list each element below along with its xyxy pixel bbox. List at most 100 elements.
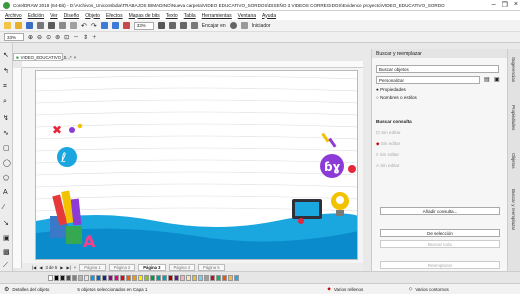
color-swatch[interactable]	[180, 274, 185, 281]
shape-tool-icon[interactable]: ↰	[3, 67, 10, 75]
paste-icon[interactable]	[70, 22, 77, 29]
snap-to-label[interactable]: Encajar en	[202, 23, 226, 29]
page-tab-2[interactable]: Página 2	[108, 263, 136, 271]
document-tab[interactable]: ■ VIDEO_EDUCATIVO_S...* ×	[13, 53, 76, 61]
next-page-icon[interactable]: ▶	[60, 265, 63, 270]
menu-texto[interactable]: Texto	[166, 13, 178, 19]
menu-ver[interactable]: Ver	[50, 13, 58, 19]
ellipse-tool-icon[interactable]: ◯	[3, 159, 11, 167]
open-preset-icon[interactable]: ▤	[484, 76, 490, 83]
save-icon[interactable]	[26, 22, 33, 29]
eyedropper-icon[interactable]: ⟋	[3, 262, 10, 269]
query-item-1[interactable]: ⊡ Sin editar	[376, 130, 401, 136]
menu-tabla[interactable]: Tabla	[184, 13, 196, 19]
launcher-label[interactable]: Iniciador	[252, 23, 271, 29]
page-tab-5[interactable]: Página 5	[198, 263, 225, 271]
color-swatch[interactable]	[126, 274, 131, 281]
color-swatch[interactable]	[216, 274, 221, 281]
tab-objects[interactable]: Objetos	[511, 153, 516, 169]
menu-ayuda[interactable]: Ayuda	[262, 13, 276, 19]
prev-page-icon[interactable]: ◀	[39, 265, 42, 270]
radio-properties[interactable]: ● Propiedades	[376, 87, 406, 92]
color-swatch[interactable]	[192, 274, 197, 281]
full-screen-icon[interactable]	[157, 22, 165, 29]
publish-pdf-icon[interactable]	[122, 22, 130, 29]
freehand-tool-icon[interactable]: ↯	[3, 114, 10, 122]
options-gear-icon[interactable]	[229, 22, 237, 29]
page-artwork[interactable]: ✖ ℓ A ɓɣ	[36, 71, 358, 260]
color-swatch[interactable]	[228, 274, 233, 281]
color-swatch[interactable]	[186, 274, 191, 281]
color-swatch[interactable]	[114, 274, 119, 281]
search-objects-dropdown[interactable]: Buscar objetos	[376, 65, 499, 73]
zoom-page-icon[interactable]: ⊡	[64, 34, 69, 41]
horizontal-ruler[interactable]	[22, 61, 363, 68]
color-swatch[interactable]	[60, 274, 65, 281]
color-swatch[interactable]	[84, 274, 89, 281]
page-tab-3[interactable]: Página 3	[138, 263, 166, 271]
menu-herramientas[interactable]: Herramientas	[202, 13, 232, 19]
close-tab-icon[interactable]: ×	[74, 55, 77, 60]
page-tab-1[interactable]: Página 1	[79, 263, 106, 271]
color-swatch[interactable]	[162, 274, 167, 281]
gear-icon[interactable]: ⚙	[4, 286, 9, 293]
color-swatch[interactable]	[144, 274, 149, 281]
color-swatch[interactable]	[102, 274, 107, 281]
color-swatch[interactable]	[54, 274, 59, 281]
tab-find-replace[interactable]: Buscar y reemplazar	[511, 189, 516, 230]
drop-shadow-icon[interactable]: ▣	[3, 234, 10, 242]
export-icon[interactable]	[111, 22, 119, 29]
query-item-4[interactable]: A Sin editar	[376, 163, 400, 168]
redo-icon[interactable]: ↷	[91, 22, 97, 30]
color-swatch[interactable]	[138, 274, 143, 281]
color-swatch[interactable]	[150, 274, 155, 281]
zoom-height-icon[interactable]: ⇕	[83, 34, 88, 41]
zoom-width-icon[interactable]: ⇔	[73, 34, 79, 40]
color-swatch[interactable]	[120, 274, 125, 281]
zoom-selected-icon[interactable]: ⊙	[46, 34, 51, 41]
color-swatch[interactable]	[234, 274, 239, 281]
menu-archivo[interactable]: Archivo	[5, 13, 22, 19]
vertical-ruler[interactable]	[13, 68, 22, 268]
launcher-icon[interactable]	[240, 22, 248, 29]
crop-tool-icon[interactable]: ⌗	[3, 83, 10, 90]
menu-edición[interactable]: Edición	[28, 13, 44, 19]
query-item-2[interactable]: ◆ Sin editar	[376, 141, 400, 147]
undo-icon[interactable]: ↶	[81, 22, 87, 30]
print-icon[interactable]	[37, 22, 44, 29]
tab-properties[interactable]: Propiedades	[511, 105, 516, 130]
color-swatch[interactable]	[210, 274, 215, 281]
add-icon[interactable]: +	[92, 34, 96, 41]
import-icon[interactable]	[100, 22, 108, 29]
color-swatch[interactable]	[66, 274, 71, 281]
color-swatch[interactable]	[108, 274, 113, 281]
add-query-button[interactable]: Añadir consulta...	[380, 207, 500, 215]
color-swatch[interactable]	[156, 274, 161, 281]
connector-tool-icon[interactable]: ↘	[3, 219, 10, 227]
color-swatch[interactable]	[168, 274, 173, 281]
zoom-all-icon[interactable]: ⊚	[55, 34, 60, 41]
color-swatch[interactable]	[96, 274, 101, 281]
copy-icon[interactable]	[59, 22, 66, 29]
menu-efectos[interactable]: Efectos	[106, 13, 123, 19]
pick-tool-icon[interactable]: ↖	[3, 51, 10, 59]
new-document-icon[interactable]	[4, 22, 11, 29]
menu-mapas-de-bits[interactable]: Mapas de bits	[129, 13, 160, 19]
find-all-button[interactable]: Buscar todo	[380, 240, 500, 248]
close-icon[interactable]: ×	[514, 1, 518, 9]
document-page[interactable]: ✖ ℓ A ɓɣ	[35, 70, 358, 260]
add-page-icon[interactable]: +	[74, 265, 76, 270]
show-rulers-icon[interactable]	[168, 22, 176, 29]
menu-ventana[interactable]: Ventana	[238, 13, 256, 19]
rectangle-tool-icon[interactable]: ▢	[3, 144, 10, 152]
color-swatch[interactable]	[72, 274, 77, 281]
from-selection-button[interactable]: De selección	[380, 229, 500, 237]
color-swatch[interactable]	[78, 274, 83, 281]
color-swatch[interactable]	[204, 274, 209, 281]
menu-diseño[interactable]: Diseño	[64, 13, 80, 19]
snap-icon[interactable]	[190, 22, 198, 29]
replace-button[interactable]: Reemplazar	[380, 261, 500, 269]
radio-names-styles[interactable]: ○ Nombres o estilos	[376, 95, 417, 100]
artistic-media-icon[interactable]: ∿	[3, 129, 10, 137]
menu-objeto[interactable]: Objeto	[85, 13, 100, 19]
